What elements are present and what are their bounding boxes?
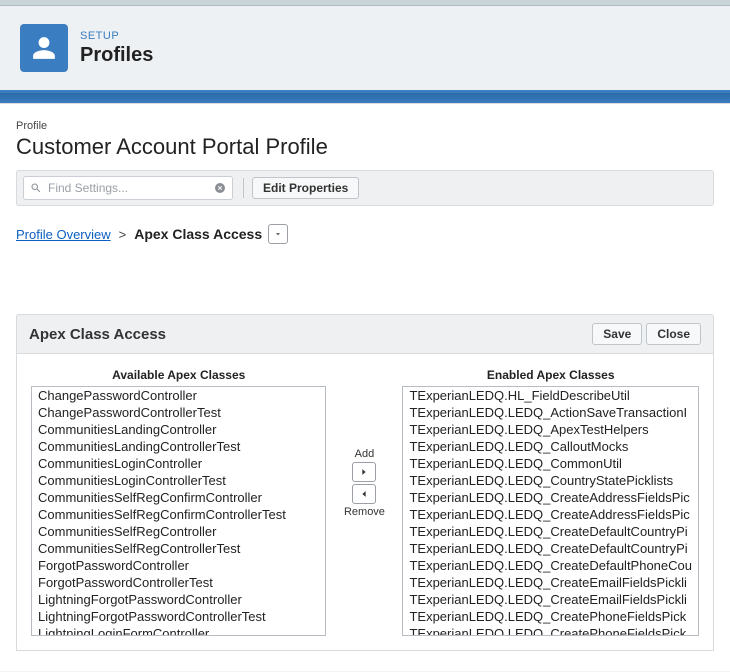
list-item[interactable]: TExperianLEDQ.LEDQ_CreateAddressFieldsPi… — [403, 506, 698, 523]
header-title: Profiles — [80, 44, 153, 67]
list-item[interactable]: TExperianLEDQ.HL_FieldDescribeUtil — [403, 387, 698, 404]
chevron-down-icon — [273, 229, 283, 239]
blue-divider — [0, 93, 730, 103]
list-item[interactable]: ForgotPasswordControllerTest — [32, 574, 325, 591]
list-item[interactable]: CommunitiesSelfRegController — [32, 523, 325, 540]
add-button[interactable] — [352, 462, 376, 482]
clear-icon[interactable] — [213, 181, 227, 195]
search-input[interactable] — [23, 176, 233, 200]
header-eyebrow: SETUP — [80, 30, 153, 42]
breadcrumb-overview-link[interactable]: Profile Overview — [16, 227, 111, 242]
toolbar: Edit Properties — [16, 170, 714, 206]
arrow-right-icon — [359, 467, 369, 477]
setup-header: SETUP Profiles — [0, 6, 730, 93]
list-item[interactable]: ForgotPasswordController — [32, 557, 325, 574]
breadcrumb-sep: > — [119, 227, 127, 242]
breadcrumb: Profile Overview > Apex Class Access — [16, 224, 714, 244]
list-item[interactable]: TExperianLEDQ.LEDQ_ActionSaveTransaction… — [403, 404, 698, 421]
enabled-listbox[interactable]: TExperianLEDQ.HL_FieldDescribeUtilTExper… — [402, 386, 699, 636]
close-button[interactable]: Close — [646, 323, 701, 345]
list-item[interactable]: CommunitiesLoginController — [32, 455, 325, 472]
breadcrumb-dropdown-button[interactable] — [268, 224, 288, 244]
list-item[interactable]: LightningForgotPasswordControllerTest — [32, 608, 325, 625]
list-item[interactable]: CommunitiesSelfRegControllerTest — [32, 540, 325, 557]
section-header: Apex Class Access Save Close — [16, 314, 714, 354]
list-item[interactable]: TExperianLEDQ.LEDQ_ApexTestHelpers — [403, 421, 698, 438]
list-item[interactable]: CommunitiesSelfRegConfirmController — [32, 489, 325, 506]
list-item[interactable]: TExperianLEDQ.LEDQ_CreateAddressFieldsPi… — [403, 489, 698, 506]
remove-label: Remove — [344, 506, 385, 518]
list-item[interactable]: TExperianLEDQ.LEDQ_CreateEmailFieldsPick… — [403, 591, 698, 608]
list-item[interactable]: TExperianLEDQ.LEDQ_CreateDefaultPhoneCou — [403, 557, 698, 574]
list-item[interactable]: TExperianLEDQ.LEDQ_CreateDefaultCountryP… — [403, 540, 698, 557]
breadcrumb-current: Apex Class Access — [134, 226, 262, 242]
list-item[interactable]: TExperianLEDQ.LEDQ_CountryStatePicklists — [403, 472, 698, 489]
list-item[interactable]: TExperianLEDQ.LEDQ_CreatePhoneFieldsPick — [403, 625, 698, 636]
list-item[interactable]: TExperianLEDQ.LEDQ_CreateEmailFieldsPick… — [403, 574, 698, 591]
remove-button[interactable] — [352, 484, 376, 504]
separator — [243, 178, 244, 198]
save-button[interactable]: Save — [592, 323, 642, 345]
page-title: Customer Account Portal Profile — [16, 134, 714, 160]
section-title: Apex Class Access — [29, 326, 166, 343]
add-label: Add — [355, 448, 375, 460]
search-icon — [29, 181, 43, 195]
list-item[interactable]: TExperianLEDQ.LEDQ_CreatePhoneFieldsPick — [403, 608, 698, 625]
list-item[interactable]: CommunitiesLandingControllerTest — [32, 438, 325, 455]
list-item[interactable]: TExperianLEDQ.LEDQ_CommonUtil — [403, 455, 698, 472]
list-item[interactable]: CommunitiesSelfRegConfirmControllerTest — [32, 506, 325, 523]
list-item[interactable]: LightningForgotPasswordController — [32, 591, 325, 608]
list-item[interactable]: TExperianLEDQ.LEDQ_CreateDefaultCountryP… — [403, 523, 698, 540]
list-item[interactable]: TExperianLEDQ.LEDQ_CalloutMocks — [403, 438, 698, 455]
list-item[interactable]: CommunitiesLoginControllerTest — [32, 472, 325, 489]
edit-properties-button[interactable]: Edit Properties — [252, 177, 359, 199]
available-listbox[interactable]: ChangePasswordControllerChangePasswordCo… — [31, 386, 326, 636]
list-item[interactable]: CommunitiesLandingController — [32, 421, 325, 438]
enabled-heading: Enabled Apex Classes — [487, 368, 615, 382]
available-heading: Available Apex Classes — [112, 368, 245, 382]
list-item[interactable]: LightningLoginFormController — [32, 625, 325, 636]
profiles-icon — [20, 24, 68, 72]
list-item[interactable]: ChangePasswordControllerTest — [32, 404, 325, 421]
arrow-left-icon — [359, 489, 369, 499]
page-eyebrow: Profile — [16, 120, 714, 132]
list-item[interactable]: ChangePasswordController — [32, 387, 325, 404]
